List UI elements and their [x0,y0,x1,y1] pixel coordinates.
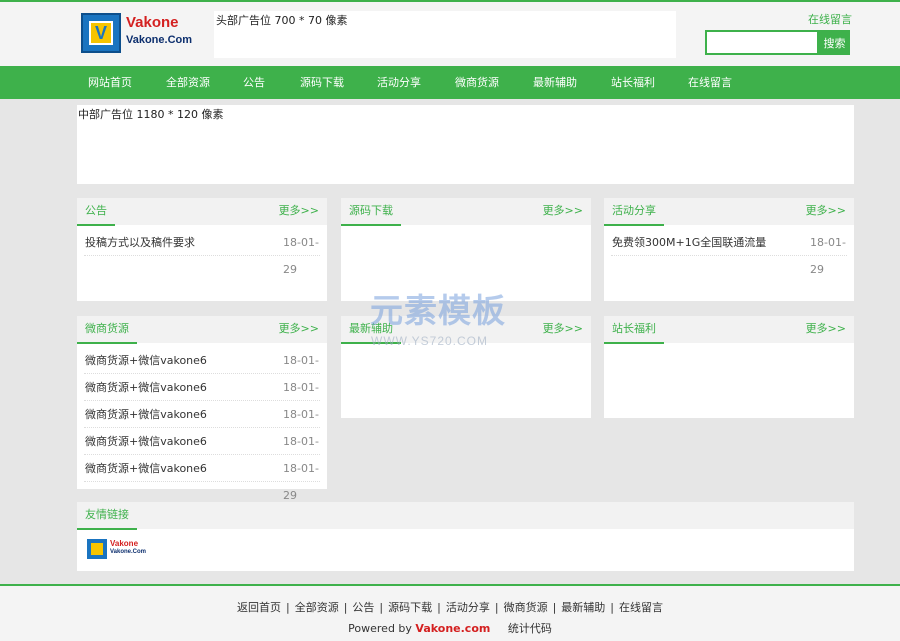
item-title[interactable]: 微商货源+微信vakone6 [85,374,207,401]
site-footer: 返回首页 | 全部资源 | 公告 | 源码下载 | 活动分享 | 微商货源 | 最新辅助 | 在线留言 Po… [0,586,900,641]
footer-link-source-code[interactable]: 源码下载 [388,601,432,614]
panel-title[interactable]: 最新辅助 [341,316,401,344]
footer-link-latest-tools[interactable]: 最新辅助 [561,601,605,614]
nav-item-wechat-goods[interactable]: 微商货源 [455,66,499,99]
nav-item-home[interactable]: 网站首页 [88,66,132,99]
friend-links-panel: 友情链接 Vakone Vakone.Com [77,502,854,571]
item-date: 18-01- [283,462,319,475]
list-item[interactable]: 微商货源+微信vakone6 18-01- [84,401,320,428]
list-item[interactable]: 微商货源+微信vakone6 18-01- [84,347,320,374]
middle-ad-slot[interactable]: 中部广告位 1180 * 120 像素 [77,105,854,184]
online-message-link[interactable]: 在线留言 [808,11,852,27]
list-item[interactable]: 微商货源+微信vakone6 18-01- [84,374,320,401]
footer-credit: Powered by Vakone.com 统计代码 [0,620,900,636]
panel-latest-tools: 最新辅助 更多>> [341,316,591,418]
nav-item-announcements[interactable]: 公告 [243,66,265,99]
friend-link-logo[interactable]: Vakone Vakone.Com [87,538,149,560]
item-date: 18-01- [283,354,319,367]
panel-title[interactable]: 活动分享 [604,198,664,226]
logo-title: Vakone [126,14,179,31]
item-title[interactable]: 微商货源+微信vakone6 [85,347,207,374]
logo-subtitle: Vakone.Com [126,34,193,46]
panel-header [77,502,854,529]
item-date-cont: 29 [810,263,824,276]
main-nav: 网站首页 全部资源 公告 源码下载 活动分享 微商货源 最新辅助 站长福利 在线… [0,66,900,99]
item-title[interactable]: 投稿方式以及稿件要求 [85,229,195,256]
more-link[interactable]: 更多>> [806,198,846,224]
logo-badge-icon [87,539,107,559]
panel-source-code: 源码下载 更多>> [341,198,591,301]
footer-nav: 返回首页 | 全部资源 | 公告 | 源码下载 | 活动分享 | 微商货源 | 最新辅助 | 在线留言 [236,601,664,614]
footer-link-wechat-goods[interactable]: 微商货源 [504,601,548,614]
item-date: 18-01- [283,435,319,448]
more-link[interactable]: 更多>> [543,198,583,224]
more-link[interactable]: 更多>> [806,316,846,342]
footer-link-all-resources[interactable]: 全部资源 [295,601,339,614]
item-title[interactable]: 免费领300M+1G全国联通流量 [612,229,766,256]
panel-wechat-goods: 微商货源 更多>> 微商货源+微信vakone6 18-01- 微商货源+微信v… [77,316,327,502]
more-link[interactable]: 更多>> [279,198,319,224]
more-link[interactable]: 更多>> [279,316,319,342]
panel-activities: 活动分享 更多>> 免费领300M+1G全国联通流量 18-01- 29 [604,198,854,301]
site-logo[interactable]: V Vakone Vakone.Com [81,12,193,54]
footer-link-announcements[interactable]: 公告 [352,601,374,614]
item-date: 18-01- [283,236,319,249]
item-date: 18-01- [810,236,846,249]
nav-item-online-message[interactable]: 在线留言 [688,66,732,99]
list-item[interactable]: 投稿方式以及稿件要求 18-01- [84,229,320,256]
nav-item-all-resources[interactable]: 全部资源 [166,66,210,99]
more-link[interactable]: 更多>> [543,316,583,342]
list-item[interactable]: 微商货源+微信vakone6 18-01- [84,455,320,482]
list-item[interactable]: 微商货源+微信vakone6 18-01- [84,428,320,455]
nav-item-source-code[interactable]: 源码下载 [300,66,344,99]
item-title[interactable]: 微商货源+微信vakone6 [85,428,207,455]
brand-link[interactable]: Vakone.com [415,622,490,635]
panel-title[interactable]: 微商货源 [77,316,137,344]
search-input[interactable] [705,30,819,55]
header-ad-slot[interactable]: 头部广告位 700 * 70 像素 [214,11,676,58]
footer-link-home[interactable]: 返回首页 [237,601,281,614]
panel-title[interactable]: 站长福利 [604,316,664,344]
panel-title[interactable]: 源码下载 [341,198,401,226]
powered-by-label: Powered by [348,622,412,635]
footer-link-activities[interactable]: 活动分享 [446,601,490,614]
footer-link-online-message[interactable]: 在线留言 [619,601,663,614]
stats-code: 统计代码 [507,622,552,635]
item-date-cont: 29 [283,263,297,276]
nav-item-webmaster-benefits[interactable]: 站长福利 [611,66,655,99]
nav-item-activities[interactable]: 活动分享 [377,66,421,99]
search-button[interactable]: 搜索 [819,30,850,55]
item-title[interactable]: 微商货源+微信vakone6 [85,401,207,428]
panel-webmaster-benefits: 站长福利 更多>> [604,316,854,418]
item-title[interactable]: 微商货源+微信vakone6 [85,455,207,482]
list-item[interactable]: 免费领300M+1G全国联通流量 18-01- [611,229,847,256]
item-date: 18-01- [283,408,319,421]
panel-title[interactable]: 公告 [77,198,115,226]
site-header: V Vakone Vakone.Com 头部广告位 700 * 70 像素 在线… [0,2,900,66]
item-date: 18-01- [283,381,319,394]
logo-badge-icon: V [81,13,121,53]
panel-announcements: 公告 更多>> 投稿方式以及稿件要求 18-01- 29 [77,198,327,301]
panel-title: 友情链接 [77,502,137,530]
nav-item-latest-tools[interactable]: 最新辅助 [533,66,577,99]
